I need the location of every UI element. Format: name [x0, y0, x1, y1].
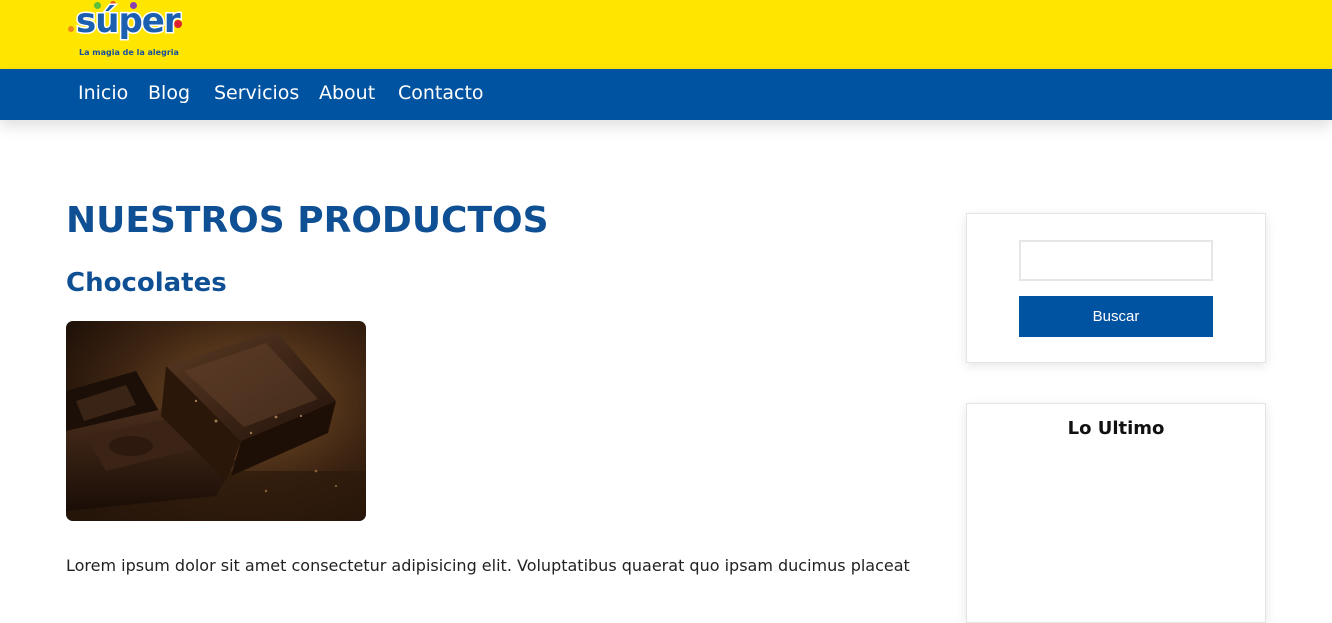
product-description: Lorem ipsum dolor sit amet consectetur a… — [66, 556, 910, 575]
latest-posts-widget: Lo Ultimo — [966, 403, 1266, 623]
logo-dot-icon — [68, 26, 74, 32]
main-nav: Inicio Blog Servicios About Contacto — [0, 69, 1332, 120]
nav-item-blog[interactable]: Blog — [148, 82, 190, 104]
nav-item-servicios[interactable]: Servicios — [214, 82, 299, 104]
page-title: NUESTROS PRODUCTOS — [66, 200, 549, 241]
search-button[interactable]: Buscar — [1019, 296, 1213, 337]
search-widget: Buscar — [966, 213, 1266, 363]
nav-item-inicio[interactable]: Inicio — [78, 82, 128, 104]
nav-item-about[interactable]: About — [319, 82, 375, 104]
chocolate-image — [66, 321, 366, 521]
nav-item-contacto[interactable]: Contacto — [398, 82, 484, 104]
logo-tagline: La magia de la alegria — [79, 48, 179, 57]
logo-wordmark: súper — [75, 0, 183, 43]
search-input[interactable] — [1019, 240, 1213, 281]
section-title: Chocolates — [66, 268, 227, 298]
logo[interactable]: súper La magia de la alegria — [66, 0, 186, 66]
latest-posts-title: Lo Ultimo — [1067, 418, 1165, 439]
top-header: súper La magia de la alegria — [0, 0, 1332, 69]
